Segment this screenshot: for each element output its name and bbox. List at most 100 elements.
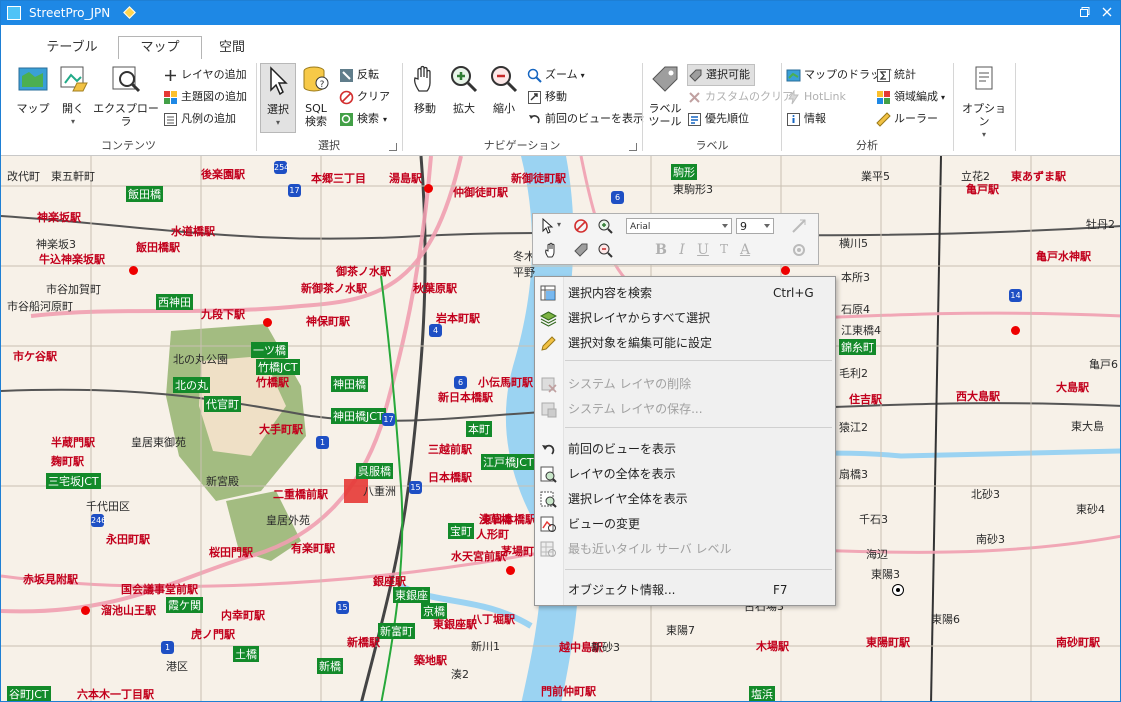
zoom-out-icon[interactable] xyxy=(597,242,613,258)
tab-table[interactable]: テーブル xyxy=(31,37,113,59)
font-size-select[interactable]: 9 xyxy=(736,218,774,234)
add-legend-button[interactable]: 凡例の追加 xyxy=(163,109,236,129)
menu-item-change-view[interactable]: ビューの変更 xyxy=(535,513,835,535)
map-station-label: 神保町駅 xyxy=(306,315,350,328)
menu-label: 選択対象を編集可能に設定 xyxy=(568,336,713,350)
group-analysis: マップのドラッグ HotLink 情報 統計 領域編成 ▾ ルーラー 分析 xyxy=(782,59,952,155)
selection-launcher-icon[interactable] xyxy=(389,143,397,151)
open-button[interactable]: 開く ▾ xyxy=(56,63,90,128)
map-station-label: 人形町 xyxy=(476,528,509,541)
map-station-label: 木場駅 xyxy=(756,640,789,653)
sql-search-button[interactable]: ? SQL 検索 xyxy=(299,63,333,128)
restore-icon[interactable] xyxy=(1076,4,1094,22)
invert-icon xyxy=(340,68,353,82)
clear-button[interactable]: クリア xyxy=(339,87,390,107)
zoom-out-button[interactable]: 縮小 xyxy=(487,63,521,115)
map-area-label: 横川5 xyxy=(839,237,868,250)
map-station-label: 市ケ谷駅 xyxy=(13,350,57,363)
font-color-icon[interactable]: A xyxy=(737,242,753,260)
map-highway-label: 竹橋JCT xyxy=(256,359,300,375)
route-badge: 246 xyxy=(91,514,107,527)
region-icon xyxy=(877,90,890,104)
menu-item-set-editable[interactable]: 選択対象を編集可能に設定 xyxy=(535,332,835,354)
tab-spatial[interactable]: 空間 xyxy=(207,37,257,59)
menu-item-view-selected-layer[interactable]: 選択レイヤ全体を表示 xyxy=(535,488,835,510)
map-station-label: 門前仲町駅 xyxy=(541,685,596,698)
invert-button[interactable]: 反転 xyxy=(339,65,379,85)
route-badge: 14 xyxy=(1009,289,1022,302)
settings-gear-icon[interactable] xyxy=(791,242,807,258)
custom-clear-button[interactable]: カスタムのクリア xyxy=(687,87,793,107)
text-size-icon[interactable]: T xyxy=(716,242,732,260)
pan-icon xyxy=(528,90,541,104)
add-theme-button[interactable]: 主題図の追加 xyxy=(163,87,247,107)
map-highway-label: 霞ケ関 xyxy=(166,597,203,613)
add-layer-button[interactable]: レイヤの追加 xyxy=(163,65,247,85)
pan-small-button[interactable]: 移動 xyxy=(527,87,567,107)
group-label-label: ラベル xyxy=(695,139,729,152)
label-tag-icon[interactable] xyxy=(573,242,589,258)
edit-label-icon[interactable] xyxy=(791,218,807,234)
menu-item-delete-system-layer[interactable]: システム レイヤの削除 xyxy=(535,373,835,395)
hand-icon[interactable] xyxy=(543,242,559,258)
theme-map-icon xyxy=(164,90,177,104)
map-area-label: 皇居外苑 xyxy=(266,514,310,527)
route-badge: 4 xyxy=(429,324,442,337)
chevron-down-icon[interactable]: ▾ xyxy=(557,220,561,229)
pan-hand-button[interactable]: 移動 xyxy=(407,63,443,115)
menu-label: システム レイヤの保存... xyxy=(568,402,703,416)
sql-database-icon: ? xyxy=(303,66,329,92)
options-button[interactable]: オプション ▾ xyxy=(958,63,1010,141)
selection-search-button[interactable]: 検索 ▾ xyxy=(339,109,387,129)
sigma-icon xyxy=(877,68,890,82)
station-marker xyxy=(1011,326,1020,335)
hotlink-label: HotLink xyxy=(804,90,846,103)
hotlink-button[interactable]: HotLink xyxy=(786,87,846,107)
menu-item-view-entire-layer[interactable]: レイヤの全体を表示 xyxy=(535,463,835,485)
menu-item-save-system-layer[interactable]: システム レイヤの保存... xyxy=(535,398,835,420)
italic-icon[interactable]: I xyxy=(674,242,690,260)
map-button[interactable]: マップ xyxy=(11,63,55,115)
zoom-in-button[interactable]: 拡大 xyxy=(447,63,481,115)
info-button[interactable]: 情報 xyxy=(786,109,826,129)
menu-item-select-all-from-layer[interactable]: 選択レイヤからすべて選択 xyxy=(535,307,835,329)
add-layer-label: レイヤの追加 xyxy=(181,68,247,81)
stats-button[interactable]: 統計 xyxy=(876,65,916,85)
clear-label: クリア xyxy=(357,90,390,103)
map-station-label: 岩本町駅 xyxy=(436,312,480,325)
menu-item-find-selection[interactable]: 選択内容を検索 Ctrl+G xyxy=(535,282,835,304)
menu-separator xyxy=(565,360,832,361)
delete-layer-icon xyxy=(541,377,557,393)
menu-item-object-info[interactable]: オブジェクト情報... F7 xyxy=(535,579,835,601)
map-station-label: 牛込神楽坂駅 xyxy=(39,253,105,266)
map-station-label: 東陽町駅 xyxy=(866,636,910,649)
menu-item-nearest-tile-level[interactable]: 最も近いタイル サーバ レベル xyxy=(535,538,835,560)
label-tool-button[interactable]: ラベル ツール xyxy=(645,63,685,128)
menu-label: オブジェクト情報... xyxy=(568,583,676,597)
ruler-button[interactable]: ルーラー xyxy=(876,109,938,129)
map-area-label: 東陽7 xyxy=(666,624,695,637)
priority-button[interactable]: 優先順位 xyxy=(687,109,749,129)
font-family-select[interactable]: Arial xyxy=(626,218,732,234)
bold-icon[interactable]: B xyxy=(653,242,669,260)
ruler-icon xyxy=(876,111,891,127)
explorer-button[interactable]: エクスプローラ xyxy=(93,63,159,128)
close-icon[interactable] xyxy=(1098,4,1116,22)
map-area-label: 市谷船河原町 xyxy=(7,300,73,313)
select-button[interactable]: 選択 ▾ xyxy=(260,63,296,133)
zoom-in-icon[interactable] xyxy=(597,218,613,234)
label-selectable-button[interactable]: 選択可能 xyxy=(687,64,755,86)
menu-label: 選択内容を検索 xyxy=(568,286,653,300)
underline-icon[interactable]: U xyxy=(695,242,711,260)
pointer-icon[interactable] xyxy=(539,218,555,234)
region-button[interactable]: 領域編成 ▾ xyxy=(876,87,945,107)
prev-view-button[interactable]: 前回のビューを表示 xyxy=(527,109,644,129)
menu-item-previous-view[interactable]: 前回のビューを表示 xyxy=(535,438,835,460)
navigation-launcher-icon[interactable] xyxy=(629,143,637,151)
map-highway-label: 本町 xyxy=(466,421,492,437)
zoom-dropdown-button[interactable]: ズーム ▾ xyxy=(527,65,585,85)
map-station-label: 永田町駅 xyxy=(106,533,150,546)
map-station-label: 六本木一丁目駅 xyxy=(77,688,154,701)
clear-selection-icon[interactable] xyxy=(573,218,589,234)
map-area-label: 牡丹2 xyxy=(1086,218,1115,231)
